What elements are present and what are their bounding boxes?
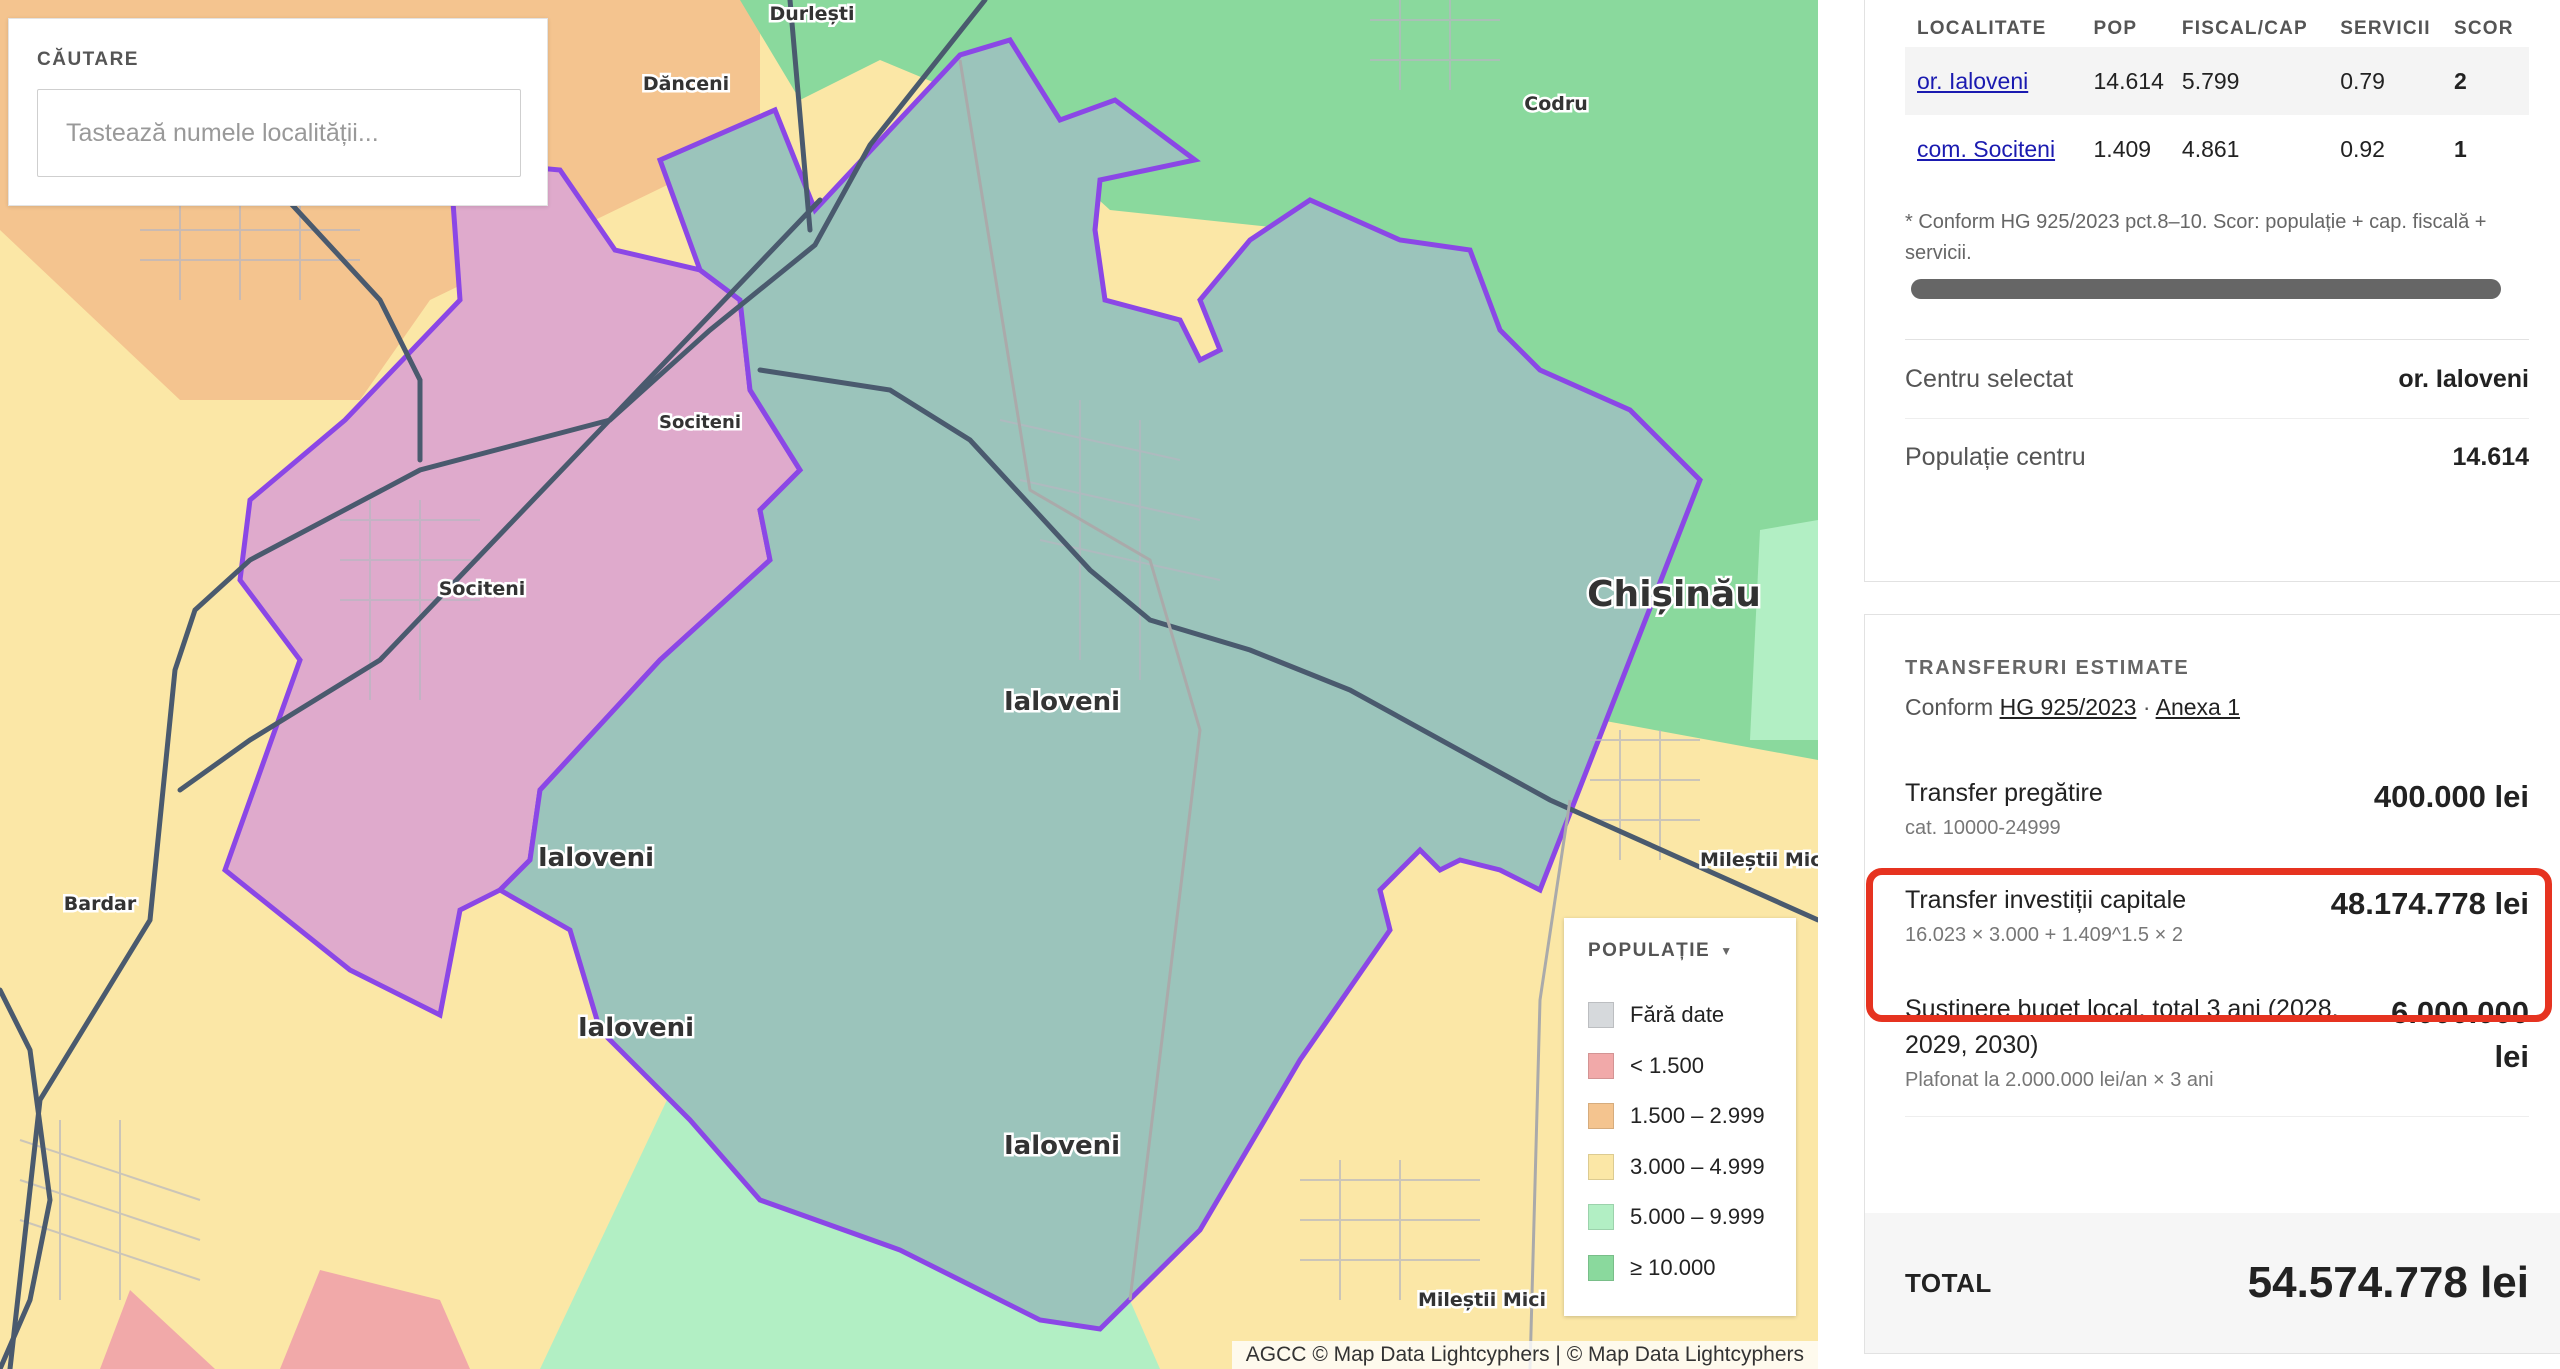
ranking-card: LOCALITATE POP FISCAL/CAP SERVICII SCOR … [1864,0,2560,582]
center-population-label: Populație centru [1905,443,2086,471]
search-input[interactable] [37,89,521,177]
label-codru: Codru [1524,93,1588,115]
dot-separator: · [2142,694,2151,720]
total-value: 54.574.778 lei [2247,1258,2529,1307]
legend-item: 5.000 – 9.999 [1588,1192,1772,1243]
label-sociteni-1: Sociteni [659,412,741,433]
attribution-link-2[interactable]: © Map Data Lightcyphers [1567,1343,1804,1366]
col-pop: POP [2093,18,2138,39]
label-ialoveni-1: Ialoveni [1004,687,1120,717]
population-legend: POPULAȚIE ▼ Fără date < 1.500 1.500 – 2.99… [1564,918,1796,1316]
cell-score: 1 [2453,135,2467,162]
legend-item: 3.000 – 4.999 [1588,1142,1772,1193]
legend-swatch [1588,1204,1614,1231]
ranking-header-row: LOCALITATE POP FISCAL/CAP SERVICII SCOR [1905,11,2529,47]
map-attribution: AGCC © Map Data Lightcyphers | © Map Dat… [1231,1341,1818,1369]
label-ialoveni-4: Ialoveni [1004,1131,1120,1161]
cell-services: 0.79 [2340,47,2454,115]
horizontal-scrollbar[interactable] [1911,279,2501,299]
ranking-footnote: * Conform HG 925/2023 pct.8–10. Scor: po… [1905,211,2487,264]
anexa-link[interactable]: Anexa 1 [2156,694,2240,720]
legend-swatch [1588,1103,1614,1130]
locality-link[interactable]: or. Ialoveni [1917,68,2028,94]
legend-list: Fără date < 1.500 1.500 – 2.999 3.000 – 4.9… [1588,990,1772,1293]
total-label: TOTAL [1905,1267,1992,1298]
center-population-value: 14.614 [2452,443,2529,471]
cell-services: 0.92 [2340,135,2385,162]
legend-item: Fără date [1588,990,1772,1041]
legend-item: ≥ 10.000 [1588,1243,1772,1294]
transfers-title: TRANSFERURI ESTIMATE [1905,657,2190,679]
table-row[interactable]: or. Ialoveni 14.614 5.799 0.79 2 [1905,47,2529,115]
cell-fiscal: 4.861 [2181,135,2240,162]
col-scor: SCOR [2453,18,2514,39]
label-chisinau: Chișinău [1587,574,1761,615]
col-localitate: LOCALITATE [1917,18,2047,39]
legend-swatch [1588,1254,1614,1281]
legend-label: 1.500 – 2.999 [1630,1103,1765,1129]
locality-link[interactable]: com. Sociteni [1917,136,2055,162]
hg-link[interactable]: HG 925/2023 [2000,694,2137,720]
legend-label: 3.000 – 4.999 [1630,1153,1765,1179]
cell-pop: 14.614 [2093,47,2182,115]
legend-title: POPULAȚIE [1588,940,1711,961]
search-title: CĂUTARE [37,49,139,70]
legend-swatch [1588,1002,1614,1029]
label-ialoveni-3: Ialoveni [578,1013,694,1043]
region-chisinau-green[interactable] [1750,520,1818,740]
sidebar: LOCALITATE POP FISCAL/CAP SERVICII SCOR … [1818,0,2560,1369]
transfer-prep-row: Transfer pregătire cat. 10000-24999 400.… [1905,775,2529,840]
attribution-separator: | [1555,1343,1561,1366]
label-sociteni-2: Sociteni [439,578,526,600]
transfers-source: Conform HG 925/2023 · Anexa 1 [1905,694,2529,721]
selected-center-value: or. Ialoveni [2398,364,2529,393]
legend-item: < 1.500 [1588,1041,1772,1092]
label-ialoveni-2: Ialoveni [538,843,654,873]
center-population-row: Populație centru 14.614 [1905,418,2529,496]
table-row[interactable]: com. Sociteni 1.409 4.861 0.92 1 [1905,115,2529,183]
total-row: TOTAL 54.574.778 lei [1865,1213,2560,1353]
label-milestii-mici-1: Mileștii Mici [1700,849,1818,871]
cell-pop: 1.409 [2093,135,2152,162]
attribution-link-1[interactable]: © Map Data Lightcyphers [1312,1343,1549,1366]
attribution-agcc: AGCC [1245,1343,1307,1366]
cell-fiscal: 5.799 [2181,47,2341,115]
budget-support-note: Plafonat la 2.000.000 lei/an × 3 ani [1905,1069,2214,1091]
legend-label: 5.000 – 9.999 [1630,1204,1765,1230]
ranking-table: LOCALITATE POP FISCAL/CAP SERVICII SCOR … [1905,11,2529,183]
highlight-annotation [1866,868,2552,1022]
legend-label: < 1.500 [1630,1052,1705,1078]
selected-center-row: Centru selectat or. Ialoveni [1905,340,2529,418]
transfer-prep-value: 400.000 lei [2373,779,2529,814]
legend-item: 1.500 – 2.999 [1588,1091,1772,1142]
label-danceni: Dănceni [643,73,729,95]
legend-swatch [1588,1052,1614,1079]
selected-center-label: Centru selectat [1905,364,2074,393]
legend-label: Fără date [1630,1002,1725,1028]
search-panel: CĂUTARE [8,18,548,206]
caret-down-icon: ▼ [1720,944,1734,958]
transfer-prep-label: Transfer pregătire [1905,779,2103,807]
legend-swatch [1588,1153,1614,1180]
conform-text: Conform [1905,694,1994,720]
legend-label: ≥ 10.000 [1630,1254,1716,1280]
label-milestii-mici-2: Mileștii Mici [1418,1289,1546,1311]
map-view[interactable]: Durlești Dănceni Codru Sociteni Sociteni… [0,0,1818,1369]
label-bardar: Bardar [64,893,137,915]
col-servicii: SERVICII [2340,18,2431,39]
legend-toggle[interactable]: POPULAȚIE ▼ [1588,940,1772,962]
cell-score: 2 [2453,47,2529,115]
col-fiscal: FISCAL/CAP [2181,18,2308,39]
label-durlesti: Durlești [770,3,855,25]
transfer-prep-note: cat. 10000-24999 [1905,817,2061,839]
